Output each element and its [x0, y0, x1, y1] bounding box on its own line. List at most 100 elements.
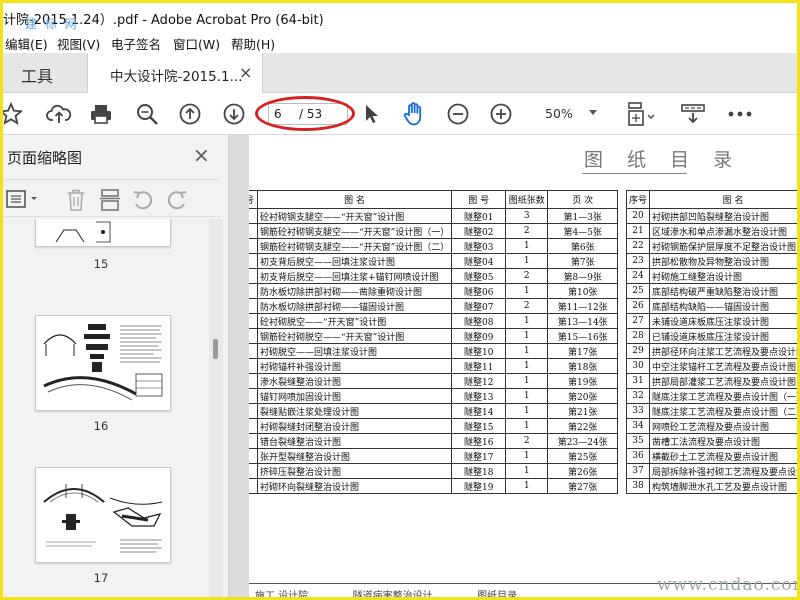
table-cell: 1 [505, 253, 549, 269]
table-row: 29 拱部径环向注浆工艺流程及要点设计图 [625, 343, 797, 359]
table-cell [249, 358, 258, 374]
table-cell [249, 328, 258, 344]
table-cell: 网喷砼工艺流程及要点设计图 [649, 418, 797, 434]
table-cell [249, 268, 258, 284]
menu-bar: 编辑(E) 视图(V) 电子签名 窗口(W) 帮助(H) [3, 31, 797, 53]
table-cell: 衬砌环向裂缝整治设计图 [256, 478, 453, 494]
menu-window[interactable]: 窗口(W) [173, 34, 220, 53]
thumbnail-label-15: 15 [93, 257, 109, 271]
table-cell: 第19张 [547, 373, 619, 389]
table-cell: 衬砌钢筋保护层厚度不足整治设计图 [649, 238, 797, 254]
table-row: 22 衬砌钢筋保护层厚度不足整治设计图 [625, 238, 797, 254]
main-toolbar: 6 / 53 50% [3, 93, 797, 135]
table-cell: 张开型裂缝整治设计图 [256, 448, 453, 464]
zoom-search-icon[interactable] [133, 101, 161, 127]
thumbnail-scrollbar[interactable] [209, 219, 223, 597]
redo-icon[interactable] [165, 188, 189, 216]
table-cell [249, 433, 258, 449]
table-cell: 第22张 [547, 418, 619, 434]
table-row: 锚钉网喷加固设计图 隧整13 1 第20张 [249, 388, 619, 404]
tab-close-icon[interactable]: × [239, 63, 252, 82]
table-cell [249, 388, 258, 404]
table-row: 钢筋砼衬砌脱空——“开天窗”设计图 隧整09 1 第15—16张 [249, 328, 619, 344]
table-cell: 32 [625, 388, 651, 404]
table-cell [249, 418, 258, 434]
table-cell: 底部结构破严重缺陷整治设计图 [649, 283, 797, 299]
menu-help[interactable]: 帮助(H) [231, 34, 275, 53]
zoom-in-icon[interactable] [487, 101, 515, 127]
site-watermark-bottom: www.cndao.com [657, 575, 800, 595]
table-cell: 隧整12 [451, 373, 507, 389]
table-row: 30 中空注浆锚杆工艺流程及要点设计图 [625, 358, 797, 374]
tab-document-label: 中大设计院-2015.1... [110, 69, 243, 85]
delete-page-icon[interactable] [65, 188, 87, 216]
thumbnail-scrollbar-thumb[interactable] [213, 339, 218, 359]
app-window: 计院-2015.1.24）.pdf - Adobe Acrobat Pro (6… [0, 0, 800, 600]
read-mode-icon[interactable] [678, 101, 708, 127]
table-cell: 第7张 [547, 253, 619, 269]
more-options-icon[interactable] [725, 101, 755, 127]
table-cell: 区域渗水和单点渗漏水整治设计图 [649, 223, 797, 239]
next-page-icon[interactable] [220, 101, 248, 127]
table-cell: 第25张 [547, 448, 619, 464]
table-row: 36 横截砂土工艺流程及要点设计图 [625, 448, 797, 464]
thumbnails-panel: 页面缩略图 × 15 16 17 [3, 135, 229, 597]
chevron-down-icon [589, 110, 597, 115]
bookmark-star-icon[interactable] [3, 101, 25, 127]
table-cell [249, 313, 258, 329]
table-cell: 初支背后脱空——回填注浆设计图 [256, 253, 453, 269]
table-cell: 第20张 [547, 388, 619, 404]
menu-edit[interactable]: 编辑(E) [5, 34, 48, 53]
table-cell: 衬砌施工缝整治设计图 [649, 268, 797, 284]
table-row: 挤碎压裂整治设计图 隧整18 1 第26张 [249, 463, 619, 479]
table-cell: 1 [505, 373, 549, 389]
upload-cloud-icon[interactable] [45, 101, 73, 127]
table-header-row: 序号 图 名 [625, 190, 797, 209]
table-cell: 衬砌锚杆补强设计图 [256, 358, 453, 374]
print-icon[interactable] [87, 101, 115, 127]
table-cell: 38 [625, 478, 651, 494]
table-cell: 裂缝贴嵌注浆处理设计图 [256, 403, 453, 419]
table-cell: 渗水裂缝整治设计图 [256, 373, 453, 389]
zoom-out-icon[interactable] [444, 101, 472, 127]
thumbnail-label-16: 16 [93, 419, 109, 433]
table-row: 初支背后脱空——回填注浆设计图 隧整04 1 第7张 [249, 253, 619, 269]
table-cell: 1 [505, 403, 549, 419]
tab-document[interactable]: 中大设计院-2015.1... [87, 53, 263, 93]
zoom-level-dropdown[interactable]: 50% [533, 104, 605, 124]
undo-icon[interactable] [131, 188, 155, 216]
table-cell: 3 [505, 208, 549, 224]
table-cell: 砼衬砌钢支腿空——“开天窗”设计图 [256, 208, 453, 224]
table-row: 钢筋砼衬砌钢支腿空——“开天窗”设计图（一） 隧整02 2 第4—5张 [249, 223, 619, 239]
table-cell: 35 [625, 433, 651, 449]
select-cursor-icon[interactable] [357, 101, 385, 127]
table-cell: 防水板切除拱部衬砌——凿除重砌设计图 [256, 283, 453, 299]
insert-page-icon[interactable] [99, 188, 121, 216]
table-row: 砼衬砌钢支腿空——“开天窗”设计图 隧整01 3 第1—3张 [249, 208, 619, 224]
table-cell: 第21张 [547, 403, 619, 419]
table-cell: 1 [505, 343, 549, 359]
table-cell: 凿槽工法流程及要点设计图 [649, 433, 797, 449]
hand-tool-icon[interactable] [400, 101, 428, 127]
tab-tools[interactable]: 工具 [3, 53, 85, 93]
panel-close-icon[interactable]: × [193, 143, 210, 167]
thumbnail-page-15[interactable] [35, 219, 171, 247]
thumbnail-page-16[interactable] [35, 315, 171, 411]
table-cell: 局部拆除补强衬砌工艺流程及要点设计图 [649, 463, 797, 479]
page-fit-icon[interactable] [623, 101, 657, 127]
previous-page-icon[interactable] [176, 101, 204, 127]
column-header: 图纸张数 [505, 190, 549, 209]
table-cell [249, 298, 258, 314]
menu-view[interactable]: 视图(V) [57, 34, 100, 53]
menu-e-sign[interactable]: 电子签名 [111, 34, 161, 53]
panel-options-icon[interactable] [5, 188, 41, 214]
drawing-index-title: 图 纸 目 录 [584, 149, 742, 171]
table-row: 31 拱部局部灌浆工艺流程及要点设计图 [625, 373, 797, 389]
table-cell: 钢筋砼衬砌钢支腿空——“开天窗”设计图（一） [256, 223, 453, 239]
table-cell: 拱部径环向注浆工艺流程及要点设计图 [649, 343, 797, 359]
table-header-row: 号 图 名 图 号 图纸张数 页 次 [249, 190, 619, 209]
table-cell: 22 [625, 238, 651, 254]
table-cell: 第15—16张 [547, 328, 619, 344]
thumbnail-page-17[interactable] [35, 467, 171, 563]
table-cell: 第23—24张 [547, 433, 619, 449]
